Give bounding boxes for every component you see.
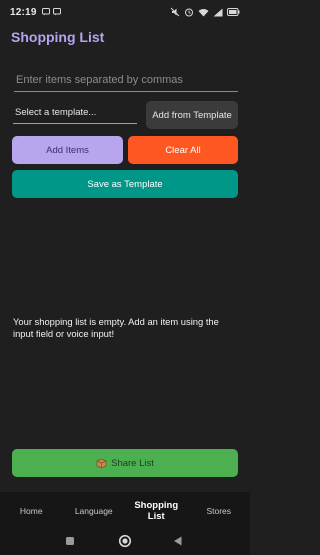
add-items-button[interactable]: Add Items (12, 136, 123, 164)
nav-item-home[interactable]: Home (0, 506, 63, 520)
items-input[interactable] (14, 68, 238, 92)
template-select[interactable]: Select a template... (13, 104, 137, 124)
message-icon (52, 8, 61, 16)
status-notification-icons (41, 8, 61, 16)
status-time: 12:19 (10, 6, 37, 18)
home-icon[interactable] (118, 534, 132, 553)
wifi-icon (198, 8, 209, 16)
nav-item-stores[interactable]: Stores (188, 506, 251, 520)
page-title: Shopping List (11, 29, 105, 45)
mute-icon (170, 7, 180, 17)
package-icon (96, 458, 107, 468)
message-icon (41, 8, 50, 16)
empty-list-message: Your shopping list is empty. Add an item… (13, 316, 219, 339)
clear-all-button[interactable]: Clear All (128, 136, 238, 164)
status-bar: 12:19 (0, 0, 250, 24)
share-list-button[interactable]: Share List (12, 449, 238, 477)
bottom-nav: Home Language Shopping List Stores (0, 492, 250, 534)
share-list-label: Share List (111, 457, 154, 469)
back-icon[interactable] (172, 534, 184, 552)
status-system-icons (170, 7, 240, 17)
alarm-icon (185, 8, 193, 17)
add-from-template-button[interactable]: Add from Template (146, 101, 238, 129)
save-template-button[interactable]: Save as Template (12, 170, 238, 198)
recents-icon[interactable] (64, 534, 76, 552)
battery-icon (227, 8, 240, 16)
signal-icon (213, 8, 223, 16)
nav-item-language[interactable]: Language (63, 506, 126, 520)
system-navigation-bar (0, 530, 250, 555)
nav-item-shopping-list[interactable]: Shopping List (125, 500, 188, 526)
